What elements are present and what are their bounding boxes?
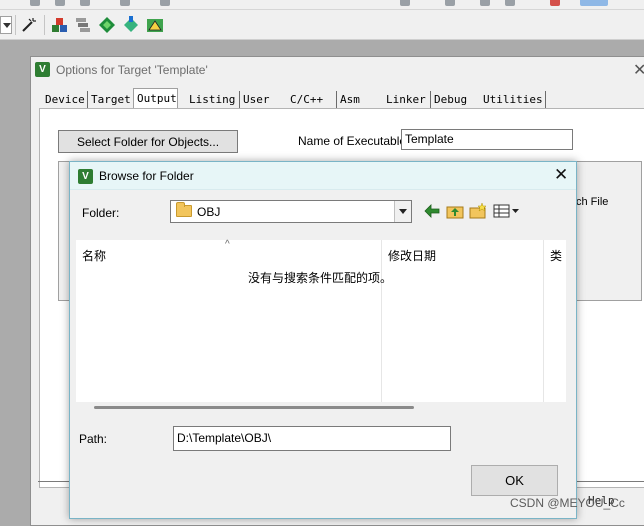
column-header-date-modified[interactable]: 修改日期 xyxy=(388,247,436,264)
up-folder-icon[interactable] xyxy=(446,202,464,220)
options-title-bar: V Options for Target 'Template' ✕ xyxy=(31,57,644,83)
tab-user[interactable]: User xyxy=(240,91,290,109)
ok-button[interactable]: OK xyxy=(471,465,558,496)
empty-list-message: 没有与搜索条件匹配的项。 xyxy=(248,271,393,285)
toolbar-separator xyxy=(15,15,16,35)
options-close-button[interactable]: ✕ xyxy=(633,60,644,80)
toolbar-ghost-icon xyxy=(480,0,490,6)
select-folder-for-objects-button[interactable]: Select Folder for Objects... xyxy=(58,130,238,153)
column-separator xyxy=(381,240,382,402)
folder-dropdown[interactable]: OBJ xyxy=(170,200,412,223)
sort-ascending-icon: ^ xyxy=(225,239,230,250)
target-select-dropdown[interactable] xyxy=(0,16,12,34)
column-separator xyxy=(543,240,544,402)
new-folder-icon[interactable] xyxy=(469,202,487,220)
tab-cc[interactable]: C/C++ xyxy=(287,91,337,109)
toolbar-ghost-icon xyxy=(505,0,515,6)
column-header-type[interactable]: 类 xyxy=(550,247,562,264)
browse-dialog-title: Browse for Folder xyxy=(99,169,194,183)
tab-output[interactable]: Output xyxy=(133,88,178,110)
toolbar-ghost-icon xyxy=(80,0,90,6)
wand-icon[interactable] xyxy=(20,16,38,34)
download-icon[interactable] xyxy=(98,16,116,34)
chevron-down-icon[interactable] xyxy=(394,201,411,222)
tab-target[interactable]: Target xyxy=(88,91,134,109)
toolbar-ghost-icon xyxy=(160,0,170,6)
tab-debug[interactable]: Debug xyxy=(431,91,481,109)
toolbar-ghost-icon xyxy=(445,0,455,6)
toolbar-separator xyxy=(44,15,45,35)
back-arrow-icon[interactable] xyxy=(423,202,441,220)
toolbar-ghost-icon xyxy=(55,0,65,6)
uvision-app-icon: V xyxy=(78,169,93,184)
batch-file-label-partial: ch File xyxy=(576,196,609,208)
toolbar-ghost-icon xyxy=(120,0,130,6)
toolbar-ghost-icon xyxy=(580,0,608,6)
folder-contents-list[interactable]: ^ 名称 修改日期 类 没有与搜索条件匹配的项。 xyxy=(76,239,566,402)
folder-icon xyxy=(176,202,192,217)
toolbar-ghost-icon xyxy=(400,0,410,6)
browse-close-button[interactable]: ✕ xyxy=(554,165,568,185)
path-label: Path: xyxy=(79,432,108,446)
horizontal-scrollbar[interactable] xyxy=(94,406,414,409)
browse-title-bar: V Browse for Folder ✕ xyxy=(70,162,576,190)
path-input[interactable]: D:\Template\OBJ\ xyxy=(173,426,451,451)
tab-utilities[interactable]: Utilities xyxy=(480,91,546,109)
ide-build-toolbar xyxy=(0,10,644,40)
tab-asm[interactable]: Asm xyxy=(337,91,387,109)
toolbar-ghost-icon xyxy=(30,0,40,6)
column-header-name[interactable]: 名称 xyxy=(82,247,106,264)
view-menu-icon[interactable] xyxy=(493,202,521,220)
browse-for-folder-dialog: V Browse for Folder ✕ Folder: OBJ ^ 名称 修… xyxy=(69,161,577,519)
pack-installer-icon[interactable] xyxy=(146,16,164,34)
options-icon[interactable] xyxy=(122,16,140,34)
executable-name-label: Name of Executable: xyxy=(298,134,410,148)
tab-listing[interactable]: Listing xyxy=(186,91,240,109)
options-window-title: Options for Target 'Template' xyxy=(56,63,208,77)
tab-device[interactable]: Device xyxy=(42,91,88,109)
toolbar-ghost-icon xyxy=(550,0,560,6)
executable-name-input[interactable]: Template xyxy=(401,129,573,150)
csdn-watermark: CSDN @MEYOU_Cc xyxy=(510,496,625,510)
uvision-app-icon: V xyxy=(35,62,50,77)
tab-linker[interactable]: Linker xyxy=(383,91,431,109)
build-target-icon[interactable] xyxy=(51,16,69,34)
ide-toolbar-top xyxy=(0,0,644,10)
folder-dropdown-value: OBJ xyxy=(197,205,221,219)
folder-label: Folder: xyxy=(82,206,120,220)
rebuild-icon[interactable] xyxy=(74,16,92,34)
